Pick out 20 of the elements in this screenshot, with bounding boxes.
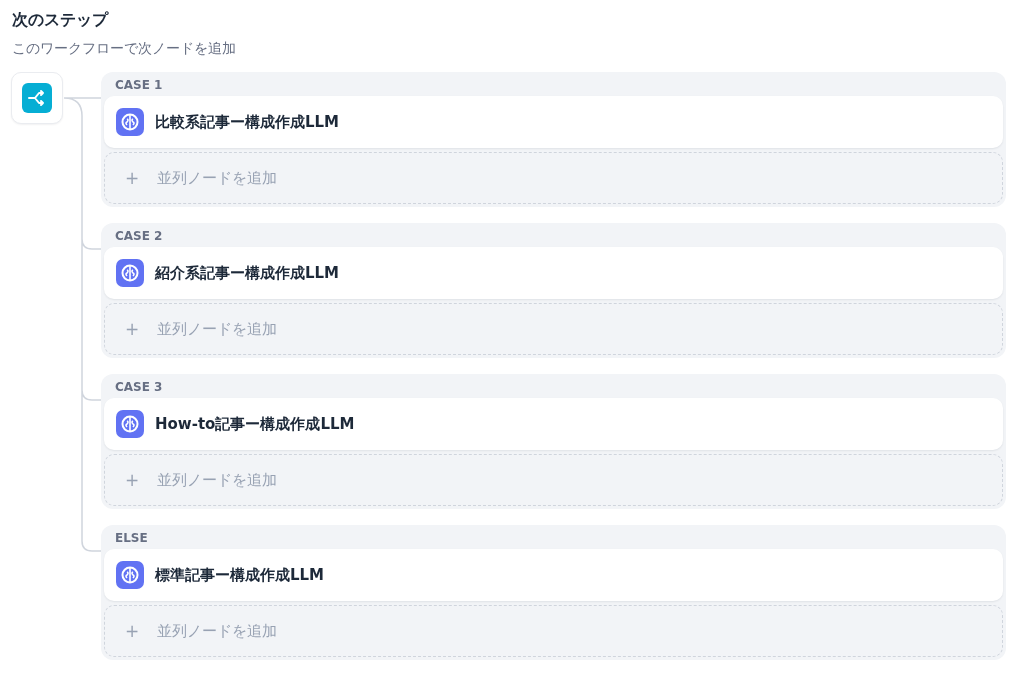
node-title: 比較系記事ー構成作成LLM <box>155 112 340 132</box>
llm-node[interactable]: How-to記事ー構成作成LLM <box>104 398 1003 450</box>
brain-icon <box>116 108 144 136</box>
branch-label: CASE 1 <box>114 77 164 94</box>
section-subtitle: このワークフローで次ノードを追加 <box>12 40 237 58</box>
branch-label: CASE 3 <box>114 379 164 396</box>
branch-label: CASE 2 <box>114 228 164 245</box>
llm-node[interactable]: 比較系記事ー構成作成LLM <box>104 96 1003 148</box>
llm-node[interactable]: 紹介系記事ー構成作成LLM <box>104 247 1003 299</box>
node-title: 紹介系記事ー構成作成LLM <box>155 263 340 283</box>
node-title: How-to記事ー構成作成LLM <box>155 414 355 434</box>
llm-node[interactable]: 標準記事ー構成作成LLM <box>104 549 1003 601</box>
brain-icon <box>116 410 144 438</box>
branch-node[interactable] <box>11 72 63 124</box>
branch-icon <box>22 83 52 113</box>
section-title: 次のステップ <box>12 10 110 31</box>
node-title: 標準記事ー構成作成LLM <box>155 565 325 585</box>
branch-label: ELSE <box>114 530 149 547</box>
brain-icon <box>116 259 144 287</box>
brain-icon <box>116 561 144 589</box>
